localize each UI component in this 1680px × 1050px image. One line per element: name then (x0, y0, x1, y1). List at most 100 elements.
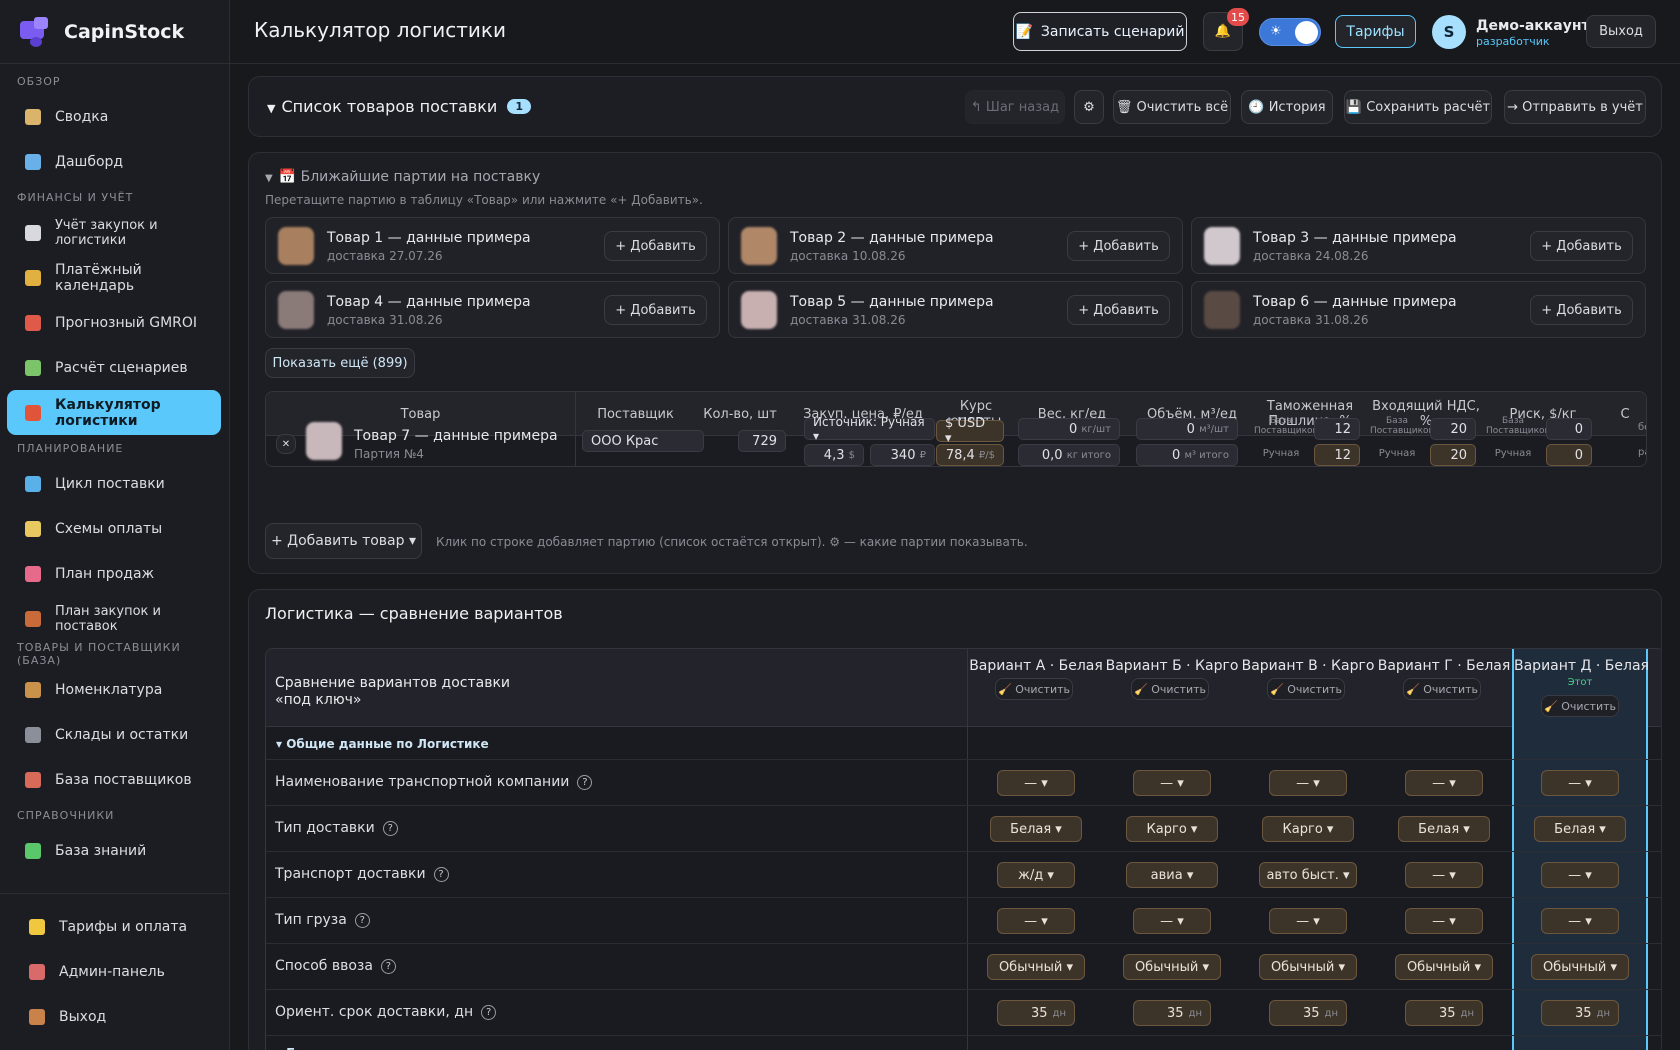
help-icon[interactable]: ? (433, 867, 449, 882)
sidebar-bottom-item[interactable]: Админ-панель (7, 949, 221, 994)
variant-select[interactable]: Карго ▾ (1126, 816, 1218, 842)
toolbar-button[interactable]: ⚙ (1074, 90, 1104, 124)
tariffs-button[interactable]: Тарифы (1335, 15, 1416, 48)
variant-select[interactable]: — ▾ (1405, 908, 1483, 934)
volume-total-input[interactable]: 0 м³ итого (1136, 444, 1238, 466)
clear-variant-button[interactable]: 🧹 Очистить (1541, 695, 1619, 717)
batch-add-button[interactable]: + Добавить (1067, 231, 1170, 261)
sidebar-item[interactable]: Сводка (7, 94, 221, 139)
avatar[interactable]: S (1432, 15, 1466, 49)
rate-input[interactable]: 78,4 ₽/$ (936, 444, 1004, 466)
quantity-input[interactable]: 729 (738, 430, 786, 452)
batch-card[interactable]: Товар 3 — данные примера доставка 24.08.2… (1191, 217, 1646, 274)
batch-card[interactable]: Товар 2 — данные примера доставка 10.08.2… (728, 217, 1183, 274)
duty-manual-input[interactable]: 12 (1314, 444, 1360, 466)
variant-select[interactable]: — ▾ (1541, 862, 1619, 888)
variant-select[interactable]: Белая ▾ (990, 816, 1082, 842)
variant-select[interactable]: — ▾ (997, 770, 1075, 796)
batch-add-button[interactable]: + Добавить (1067, 295, 1170, 325)
weight-input[interactable]: 0 кг/шт (1018, 418, 1120, 440)
variant-select[interactable]: 35 дн (997, 1000, 1075, 1026)
variant-select[interactable]: 35 дн (1541, 1000, 1619, 1026)
help-icon[interactable]: ? (380, 959, 396, 974)
variant-select[interactable]: Карго ▾ (1262, 816, 1354, 842)
theme-toggle[interactable]: ☀ (1259, 18, 1321, 46)
batch-card[interactable]: Товар 6 — данные примера доставка 31.08.2… (1191, 281, 1646, 338)
duty-base-input[interactable]: 12 (1314, 418, 1360, 440)
show-more-button[interactable]: Показать ещё (899) (265, 348, 415, 378)
table-row[interactable]: ✕ Товар 7 — данные примера Партия №4 ООО… (266, 392, 1646, 466)
price-rub-input[interactable]: 340 ₽ (870, 444, 935, 466)
variant-select[interactable]: — ▾ (1133, 908, 1211, 934)
remove-row-button[interactable]: ✕ (276, 434, 296, 454)
sidebar-bottom-item[interactable]: Тарифы и оплата (7, 904, 221, 949)
variant-select[interactable]: Обычный ▾ (1123, 954, 1221, 980)
group-row[interactable]: ▸ Белая логистика (266, 1036, 1661, 1050)
batch-add-button[interactable]: + Добавить (604, 295, 707, 325)
sidebar-item[interactable]: Прогнозный GMROI (7, 300, 221, 345)
vat-base-input[interactable]: 20 (1430, 418, 1476, 440)
record-scenario-button[interactable]: 📝 Записать сценарий (1013, 12, 1187, 51)
variant-select[interactable]: — ▾ (1541, 770, 1619, 796)
weight-total-input[interactable]: 0,0 кг итого (1018, 444, 1120, 466)
batch-card[interactable]: Товар 1 — данные примера доставка 27.07.2… (265, 217, 720, 274)
supplier-input[interactable]: ООО Крас (582, 430, 704, 452)
sidebar-item[interactable]: Калькулятор логистики (7, 390, 221, 435)
sidebar-item[interactable]: Платёжный календарь (7, 255, 221, 300)
sidebar-item[interactable]: Схемы оплаты (7, 506, 221, 551)
variant-select[interactable]: — ▾ (1405, 770, 1483, 796)
sidebar-item[interactable]: План продаж (7, 551, 221, 596)
sidebar-item[interactable]: База знаний (7, 828, 221, 873)
variant-select[interactable]: — ▾ (1541, 908, 1619, 934)
variant-select[interactable]: Белая ▾ (1398, 816, 1490, 842)
batch-card[interactable]: Товар 5 — данные примера доставка 31.08.2… (728, 281, 1183, 338)
goods-list-title[interactable]: ▼ Список товаров поставки 1 (267, 97, 531, 116)
brand[interactable]: CapinStock (0, 0, 229, 64)
variant-select[interactable]: авто быст. ▾ (1259, 862, 1357, 888)
variant-select[interactable]: Белая ▾ (1534, 816, 1626, 842)
price-source-select[interactable]: Источник: Ручная ▾ (804, 415, 935, 443)
help-icon[interactable]: ? (354, 913, 370, 928)
batch-add-button[interactable]: + Добавить (1530, 295, 1633, 325)
variant-select[interactable]: — ▾ (1269, 770, 1347, 796)
sidebar-item[interactable]: База поставщиков (7, 757, 221, 802)
price-usd-input[interactable]: 4,3 $ (804, 444, 864, 466)
toolbar-button[interactable]: → Отправить в учёт (1504, 90, 1646, 124)
currency-select[interactable]: $ USD ▾ (936, 416, 1004, 446)
variant-select[interactable]: Обычный ▾ (987, 954, 1085, 980)
toolbar-button[interactable]: 🕘 История (1241, 90, 1333, 124)
toolbar-button[interactable]: 💾 Сохранить расчёт (1344, 90, 1492, 124)
risk-manual-input[interactable]: 0 (1546, 444, 1592, 466)
sidebar-item[interactable]: Дашборд (7, 139, 221, 184)
sidebar-item[interactable]: План закупок и поставок (7, 596, 221, 641)
risk-base-input[interactable]: 0 (1546, 418, 1592, 440)
help-icon[interactable]: ? (481, 1005, 497, 1020)
batch-add-button[interactable]: + Добавить (1530, 231, 1633, 261)
variant-select[interactable]: — ▾ (1405, 862, 1483, 888)
variant-select[interactable]: — ▾ (997, 908, 1075, 934)
sidebar-item[interactable]: Номенклатура (7, 667, 221, 712)
variant-select[interactable]: 35 дн (1405, 1000, 1483, 1026)
group-row[interactable]: ▾ Общие данные по Логистике (266, 727, 1661, 760)
logout-button[interactable]: Выход (1586, 15, 1656, 48)
sidebar-item[interactable]: Учёт закупок и логистики (7, 210, 221, 255)
help-icon[interactable]: ? (577, 775, 593, 790)
variant-select[interactable]: — ▾ (1133, 770, 1211, 796)
variant-select[interactable]: 35 дн (1269, 1000, 1347, 1026)
volume-input[interactable]: 0 м³/шт (1136, 418, 1238, 440)
sidebar-item[interactable]: Склады и остатки (7, 712, 221, 757)
variant-select[interactable]: Обычный ▾ (1259, 954, 1357, 980)
toolbar-button[interactable]: 🗑 Очистить всё (1113, 90, 1231, 124)
variant-select[interactable]: — ▾ (1269, 908, 1347, 934)
variant-select[interactable]: ж/д ▾ (997, 862, 1075, 888)
variant-select[interactable]: Обычный ▾ (1531, 954, 1629, 980)
sidebar-item[interactable]: Цикл поставки (7, 461, 221, 506)
vat-manual-input[interactable]: 20 (1430, 444, 1476, 466)
toolbar-button[interactable]: ↰ Шаг назад (965, 90, 1065, 124)
sidebar-item[interactable]: Расчёт сценариев (7, 345, 221, 390)
variant-select[interactable]: 35 дн (1133, 1000, 1211, 1026)
variant-select[interactable]: авиа ▾ (1126, 862, 1218, 888)
add-good-button[interactable]: + Добавить товар ▾ (265, 523, 422, 559)
variant-select[interactable]: Обычный ▾ (1395, 954, 1493, 980)
batches-title[interactable]: ▼ 📅 Ближайшие партии на поставку (265, 169, 540, 185)
